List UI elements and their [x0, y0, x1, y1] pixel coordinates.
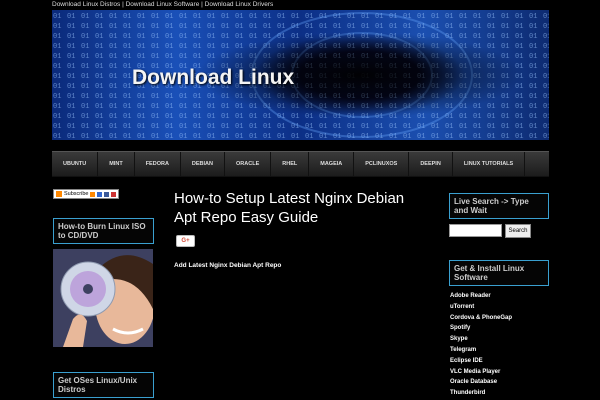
post-title[interactable]: How-to Setup Latest Nginx Debian Apt Rep… — [174, 189, 424, 227]
nav-item-oracle[interactable]: ORACLE — [225, 152, 272, 176]
post-subheading: Add Latest Nginx Debian Apt Repo — [174, 262, 282, 269]
woman-with-disc-image[interactable] — [53, 249, 153, 347]
install-software-heading: Get & Install Linux Software — [449, 260, 549, 286]
software-item-eclipse[interactable]: Eclipse IDE — [450, 356, 512, 367]
search-input[interactable] — [449, 224, 502, 237]
search-button[interactable]: Search — [505, 224, 531, 238]
burn-iso-heading[interactable]: How-to Burn Linux ISO to CD/DVD — [53, 218, 154, 244]
subscribe-label: Subscribe — [64, 191, 89, 197]
software-item-telegram[interactable]: Telegram — [450, 345, 512, 356]
share-icon — [111, 191, 117, 197]
software-list: Adobe Reader uTorrent Cordova & PhoneGap… — [450, 291, 512, 399]
nav-item-linux-tutorials[interactable]: LINUX TUTORIALS — [453, 152, 526, 176]
nav-item-debian[interactable]: DEBIAN — [181, 152, 226, 176]
get-oses-heading[interactable]: Get OSes Linux/Unix Distros — [53, 372, 154, 398]
share-icon — [104, 191, 110, 197]
software-item-spotify[interactable]: Spotify — [450, 323, 512, 334]
software-item-oracle-database[interactable]: Oracle Database — [450, 377, 512, 388]
software-item-cordova[interactable]: Cordova & PhoneGap — [450, 313, 512, 324]
share-icon — [90, 191, 96, 197]
nav-item-rhel[interactable]: RHEL — [271, 152, 310, 176]
google-plus-button[interactable]: G+ — [176, 235, 195, 247]
software-item-skype[interactable]: Skype — [450, 334, 512, 345]
nav-item-ubuntu[interactable]: UBUNTU — [52, 152, 99, 176]
software-item-thunderbird[interactable]: Thunderbird — [450, 388, 512, 399]
software-item-vlc[interactable]: VLC Media Player — [450, 367, 512, 378]
top-link-distros[interactable]: Download Linux Distros — [52, 1, 120, 8]
bookmark-icon — [97, 191, 103, 197]
header-banner[interactable]: 01 Download Linux — [52, 10, 549, 140]
nav-item-pclinuxos[interactable]: PCLINUXOS — [354, 152, 410, 176]
top-link-drivers[interactable]: Download Linux Drivers — [205, 1, 274, 8]
top-link-software[interactable]: Download Linux Software — [126, 1, 200, 8]
software-item-utorrent[interactable]: uTorrent — [450, 302, 512, 313]
nav-item-fedora[interactable]: FEDORA — [135, 152, 181, 176]
software-item-adobe-reader[interactable]: Adobe Reader — [450, 291, 512, 302]
cd-illustration — [53, 249, 153, 347]
nav-item-deepin[interactable]: DEEPIN — [409, 152, 453, 176]
rss-icon — [56, 191, 62, 197]
binary-tunnel-graphic: 01 — [52, 10, 549, 140]
subscribe-widget[interactable]: Subscribe — [53, 189, 120, 199]
live-search-heading: Live Search -> Type and Wait — [449, 193, 549, 219]
main-nav: UBUNTU MINT FEDORA DEBIAN ORACLE RHEL MA… — [52, 151, 549, 177]
top-links-bar: Download Linux Distros | Download Linux … — [52, 1, 273, 8]
nav-item-mageia[interactable]: MAGEIA — [309, 152, 355, 176]
site-title[interactable]: Download Linux — [132, 66, 294, 90]
nav-item-mint[interactable]: MINT — [98, 152, 135, 176]
